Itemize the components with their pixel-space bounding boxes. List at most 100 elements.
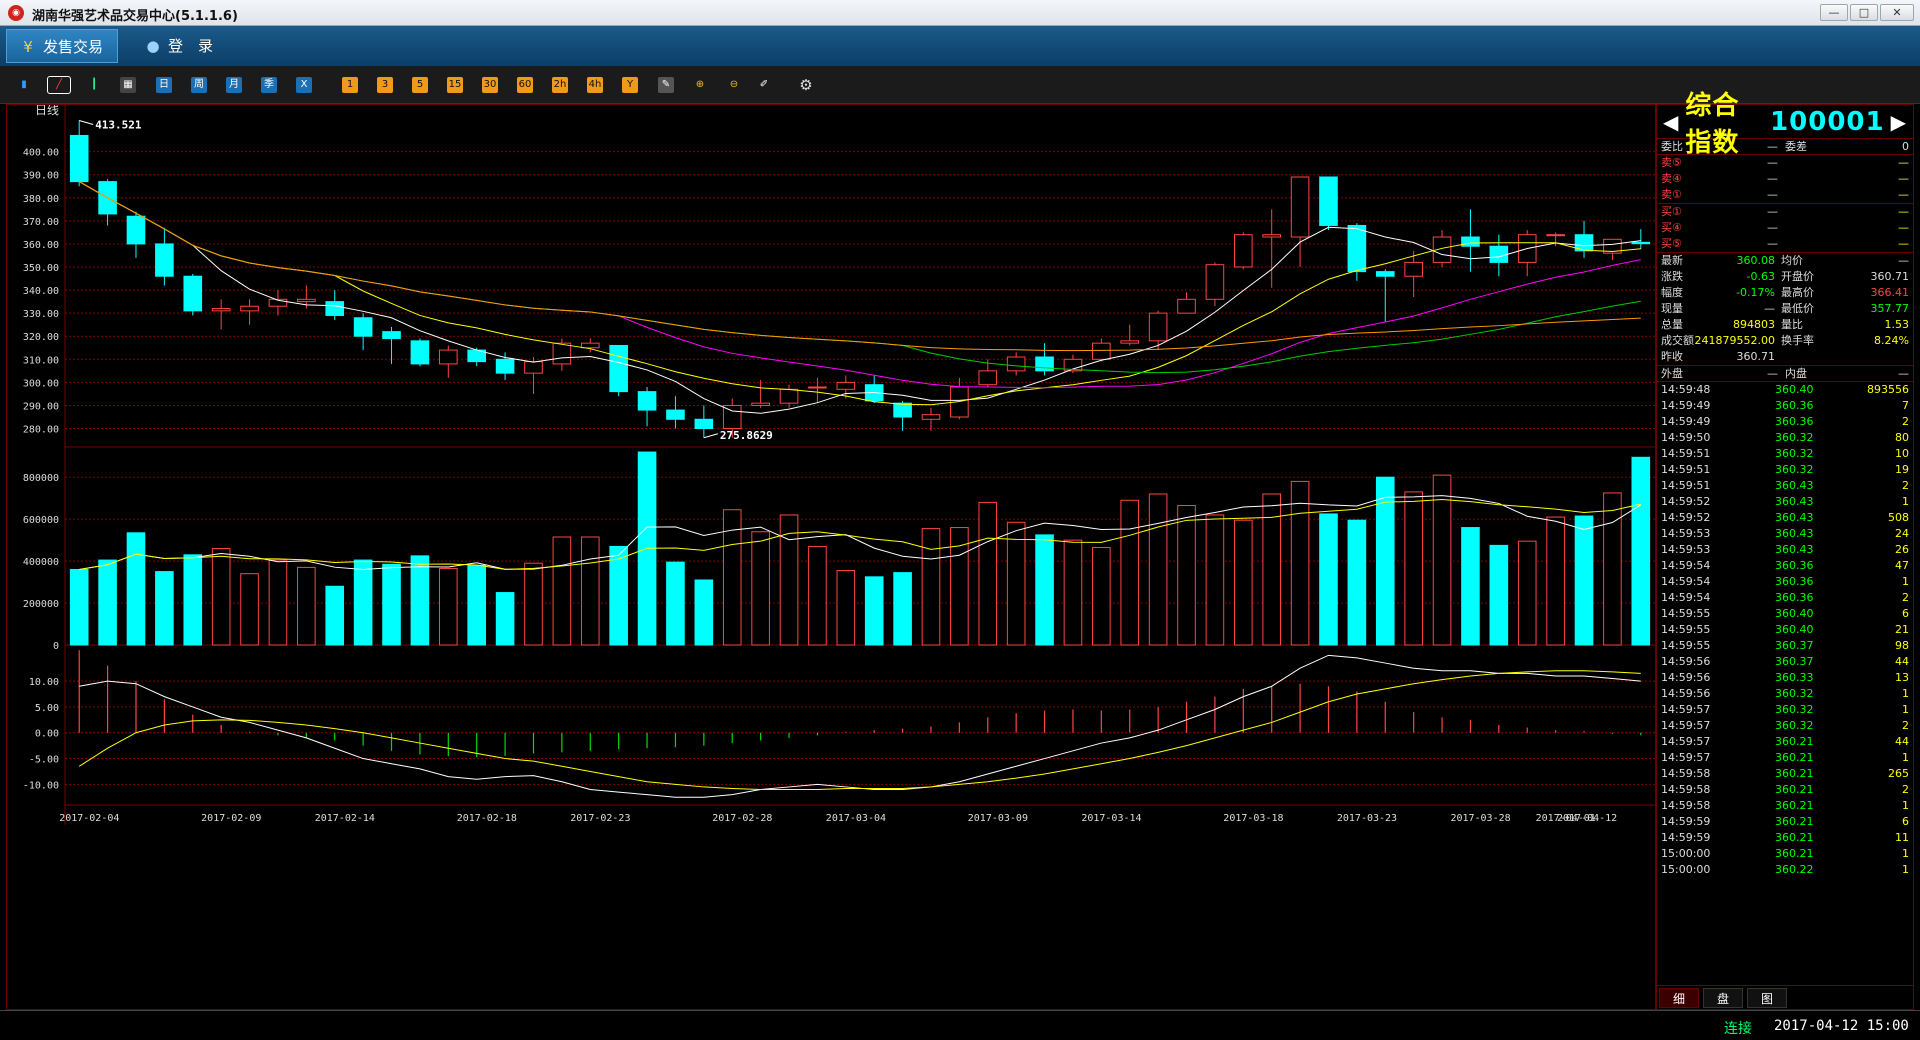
yen-icon: ¥ bbox=[23, 38, 33, 56]
candle-body bbox=[694, 418, 714, 430]
zoom-out-icon[interactable]: ⊖ bbox=[726, 77, 742, 93]
tick-time: 14:59:56 bbox=[1661, 687, 1711, 700]
stat-label-2: 均价 bbox=[1781, 254, 1803, 267]
period-2h-button[interactable]: 2h bbox=[552, 77, 568, 93]
tick-row: 14:59:54 360.36 2 bbox=[1657, 590, 1913, 606]
close-button[interactable]: ✕ bbox=[1880, 4, 1914, 21]
stat-row: 幅度 -0.17% 最高价 366.41 bbox=[1657, 285, 1913, 301]
high-price-label: 413.521 bbox=[95, 118, 142, 131]
weibi-row: 委比 — 委差 0 bbox=[1657, 139, 1913, 155]
low-price-label: 275.8629 bbox=[720, 429, 773, 442]
line-chart-icon[interactable]: ╱ bbox=[47, 76, 71, 94]
tick-time: 14:59:51 bbox=[1661, 463, 1711, 476]
price-tick-label: 330.00 bbox=[23, 309, 59, 320]
candle-body bbox=[495, 358, 515, 374]
tick-row: 14:59:55 360.40 21 bbox=[1657, 622, 1913, 638]
date-tick-label: 2017-04-12 bbox=[1557, 813, 1617, 824]
candle-body bbox=[155, 243, 174, 277]
tick-row: 15:00:00 360.21 1 bbox=[1657, 846, 1913, 862]
period-5m-button[interactable]: 5 bbox=[412, 77, 428, 93]
menu-login[interactable]: ● 登 录 bbox=[132, 29, 227, 63]
menu-sale-trading-label: 发售交易 bbox=[43, 38, 104, 56]
date-tick-label: 2017-02-04 bbox=[59, 813, 119, 824]
stat-label-2: 最低价 bbox=[1781, 302, 1814, 315]
index-title: ◀ 综合指数 100001 ▶ bbox=[1657, 91, 1913, 158]
title-bar: ◉ 湖南华强艺术品交易中心(5.1.1.6) — □ ✕ bbox=[0, 0, 1920, 26]
period-season-button[interactable]: 季 bbox=[261, 77, 277, 93]
tab-chart[interactable]: 图 bbox=[1747, 988, 1787, 1008]
volume-bar bbox=[467, 564, 486, 646]
period-month-button[interactable]: 月 bbox=[226, 77, 242, 93]
pen-icon[interactable]: ✐ bbox=[756, 77, 772, 93]
next-arrow-icon[interactable]: ▶ bbox=[1891, 110, 1907, 134]
calendar-icon[interactable]: ▦ bbox=[120, 77, 136, 93]
price-tick-label: 290.00 bbox=[23, 401, 59, 412]
bar-chart-icon[interactable]: ▮ bbox=[16, 77, 32, 93]
stat-value-2: 366.41 bbox=[1870, 286, 1910, 299]
buy-volume: — bbox=[1898, 237, 1909, 250]
candle-body bbox=[1006, 356, 1026, 372]
period-day-button[interactable]: 日 bbox=[156, 77, 172, 93]
period-1m-button[interactable]: 1 bbox=[342, 77, 358, 93]
tick-row: 14:59:49 360.36 7 bbox=[1657, 398, 1913, 414]
tick-time: 14:59:55 bbox=[1661, 607, 1711, 620]
minimize-button[interactable]: — bbox=[1820, 4, 1848, 21]
period-week-button[interactable]: 周 bbox=[191, 77, 207, 93]
tick-row: 14:59:51 360.32 19 bbox=[1657, 462, 1913, 478]
tick-volume: 508 bbox=[1888, 511, 1909, 524]
kline-chart-area[interactable]: 日线 400.00 390.00 380.00 370.00 360.00 350.00 34… bbox=[6, 103, 1656, 1010]
tick-price: 360.43 bbox=[1775, 527, 1814, 540]
period-x-button[interactable]: X bbox=[296, 77, 312, 93]
tick-row: 14:59:56 360.33 13 bbox=[1657, 670, 1913, 686]
tick-volume: 893556 bbox=[1867, 383, 1909, 396]
tick-price: 360.22 bbox=[1775, 863, 1814, 876]
tick-price: 360.36 bbox=[1775, 591, 1814, 604]
period-year-button[interactable]: Y bbox=[622, 77, 638, 93]
period-15m-button[interactable]: 15 bbox=[447, 77, 463, 93]
ma10-line bbox=[78, 181, 1641, 406]
volume-bar bbox=[978, 501, 998, 646]
tick-volume: 1 bbox=[1902, 751, 1909, 764]
sell-price: — bbox=[1767, 172, 1778, 185]
price-tick-label: 370.00 bbox=[23, 217, 59, 228]
weibi-label: 委比 bbox=[1661, 140, 1683, 153]
tab-book[interactable]: 盘 bbox=[1703, 988, 1743, 1008]
period-30m-button[interactable]: 30 bbox=[482, 77, 498, 93]
volume-bar bbox=[609, 545, 628, 646]
draw-icon[interactable]: ✎ bbox=[658, 77, 674, 93]
window-title: 湖南华强艺术品交易中心(5.1.1.6) bbox=[32, 9, 238, 24]
buy-volume: — bbox=[1898, 205, 1909, 218]
tick-volume: 7 bbox=[1902, 399, 1909, 412]
inner-value: — bbox=[1898, 367, 1909, 380]
stat-value: 360.08 bbox=[1736, 254, 1776, 267]
period-4h-button[interactable]: 4h bbox=[587, 77, 603, 93]
candle-chart-icon[interactable]: ┃ bbox=[86, 77, 102, 93]
weicha-label: 委差 bbox=[1785, 140, 1807, 153]
stat-value: — bbox=[1764, 302, 1775, 315]
weicha-value: 0 bbox=[1902, 140, 1909, 153]
candle-body bbox=[1489, 245, 1509, 263]
candle-body bbox=[240, 305, 259, 312]
prev-arrow-icon[interactable]: ◀ bbox=[1663, 110, 1679, 134]
kline-chart[interactable]: 日线 400.00 390.00 380.00 370.00 360.00 350.00 34… bbox=[7, 103, 1655, 1009]
volume-bar bbox=[552, 536, 572, 646]
tick-time: 14:59:57 bbox=[1661, 751, 1711, 764]
maximize-button[interactable]: □ bbox=[1850, 4, 1878, 21]
tick-price: 360.33 bbox=[1775, 671, 1814, 684]
tick-time: 14:59:51 bbox=[1661, 447, 1711, 460]
period-3m-button[interactable]: 3 bbox=[377, 77, 393, 93]
candle-body bbox=[1546, 234, 1565, 237]
tick-list[interactable]: 14:59:48 360.40 893556 14:59:49 360.36 7 14:59… bbox=[1657, 382, 1913, 878]
buy-price: — bbox=[1767, 221, 1778, 234]
tick-time: 14:59:58 bbox=[1661, 767, 1711, 780]
tab-detail[interactable]: 细 bbox=[1659, 988, 1699, 1008]
high-marker-line bbox=[79, 119, 94, 125]
zoom-in-icon[interactable]: ⊕ bbox=[692, 77, 708, 93]
sell-volume: — bbox=[1898, 156, 1909, 169]
sell-volume: — bbox=[1898, 188, 1909, 201]
tick-volume: 6 bbox=[1902, 815, 1909, 828]
stat-label-2: 量比 bbox=[1781, 318, 1803, 331]
menu-sale-trading[interactable]: ¥ 发售交易 bbox=[6, 29, 119, 63]
period-60m-button[interactable]: 60 bbox=[517, 77, 533, 93]
gear-icon[interactable]: ⚙ bbox=[798, 77, 814, 93]
